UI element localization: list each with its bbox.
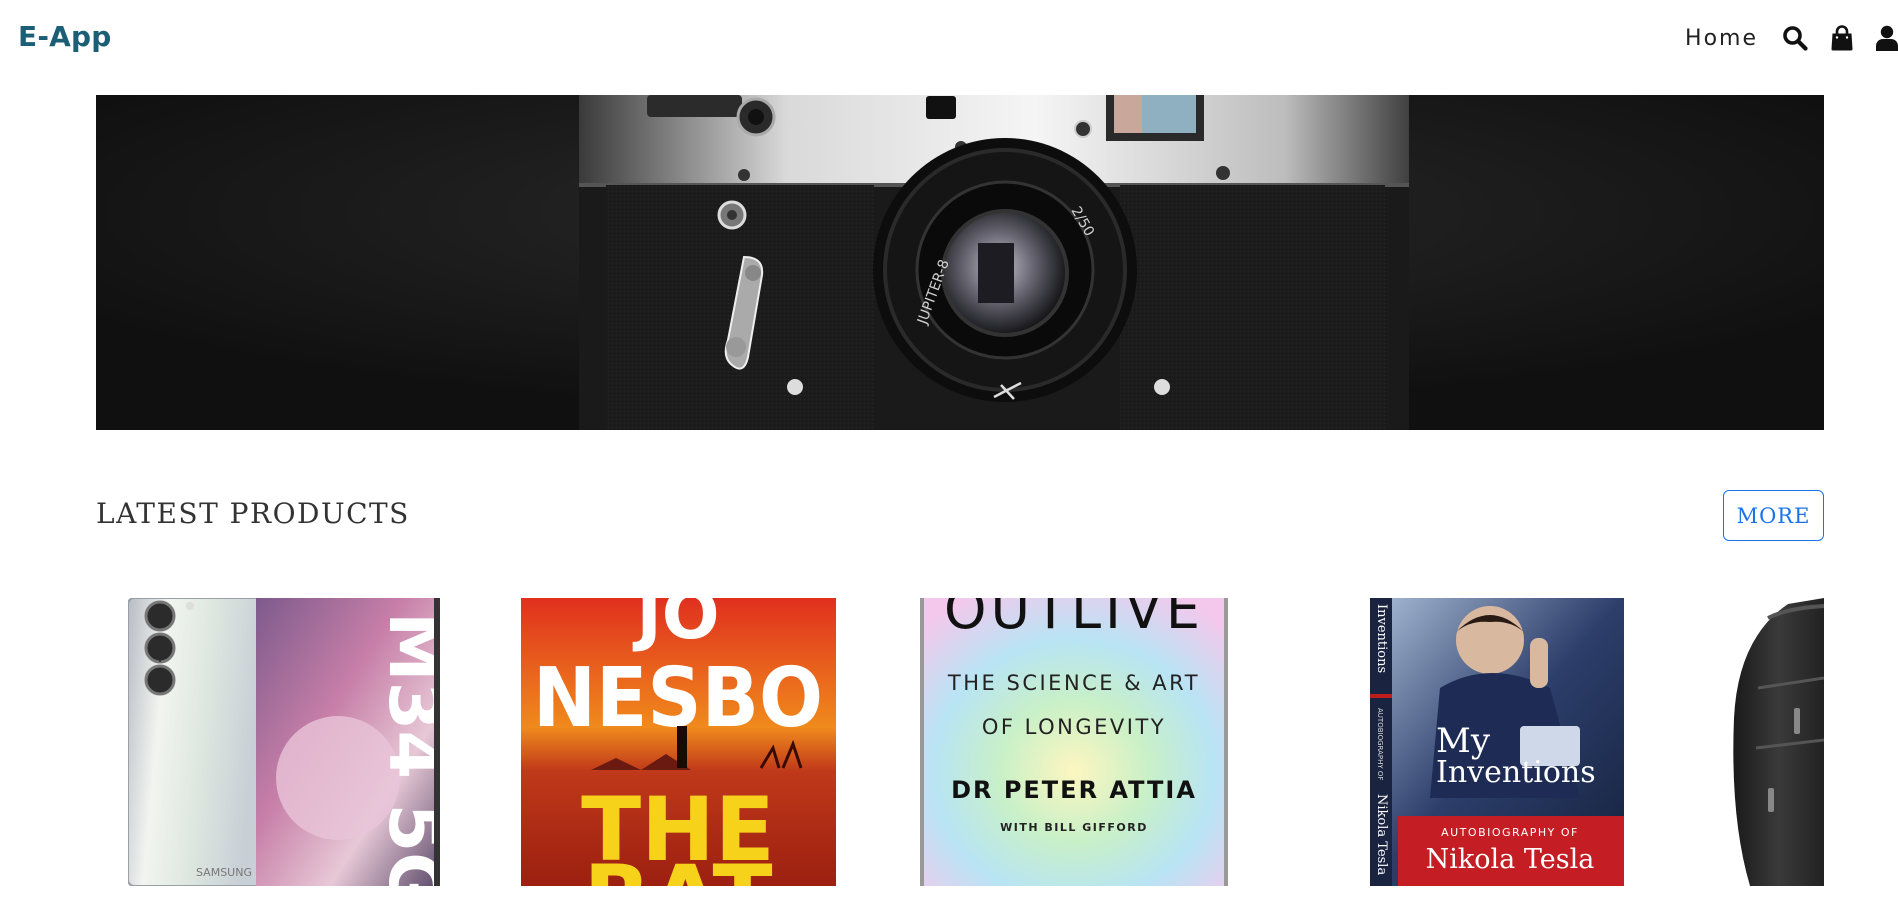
hero-banner: JUPITER-8 2/50: [96, 95, 1824, 430]
user-icon[interactable]: [1876, 25, 1898, 51]
book-tag: AUTOBIOGRAPHY OF: [1441, 826, 1579, 839]
product-image: JO NESBO THE RAT: [521, 598, 836, 886]
product-card-backpack[interactable]: [1728, 598, 1824, 886]
search-icon[interactable]: [1782, 25, 1808, 51]
product-card-book-inventions[interactable]: Inventions AUTOBIOGRAPHY OF Nikola Tesla…: [1370, 598, 1624, 886]
book-subtitle-2: OF LONGEVITY: [982, 715, 1166, 739]
phone-brand-text: SAMSUNG: [196, 866, 252, 879]
product-image: SAMSUNG M34 5G: [128, 598, 440, 886]
product-card-phone[interactable]: SAMSUNG M34 5G: [128, 598, 440, 886]
book-author: DR PETER ATTIA: [951, 776, 1197, 804]
book-title-partial: RAT: [583, 846, 772, 886]
book-title-line-2: Inventions: [1436, 755, 1596, 790]
more-button[interactable]: MORE: [1723, 490, 1824, 541]
camera-banner-image: JUPITER-8 2/50: [96, 95, 1824, 430]
book-author-top: JO: [632, 598, 719, 655]
product-list: SAMSUNG M34 5G JO NESBO THE: [0, 598, 1898, 908]
navbar: E-App Home: [0, 0, 1898, 78]
section-title: LATEST PRODUCTS: [96, 497, 410, 530]
product-card-book-nesbo[interactable]: JO NESBO THE RAT: [521, 598, 836, 886]
book-spine-author: Nikola Tesla: [1374, 794, 1389, 875]
product-image: [1728, 598, 1824, 886]
nav-home-link[interactable]: Home: [1685, 26, 1758, 51]
book-author: Nikola Tesla: [1426, 844, 1595, 875]
book-coauthor: WITH BILL GIFFORD: [1000, 821, 1148, 834]
book-spine-title: Inventions: [1374, 604, 1389, 673]
brand-logo[interactable]: E-App: [18, 20, 112, 53]
product-image: Inventions AUTOBIOGRAPHY OF Nikola Tesla…: [1370, 598, 1624, 886]
book-subtitle-1: THE SCIENCE & ART: [947, 671, 1200, 695]
shopping-bag-icon[interactable]: [1830, 25, 1854, 51]
phone-model-text: M34 5G: [373, 612, 440, 886]
book-spine-tag: AUTOBIOGRAPHY OF: [1376, 708, 1384, 780]
product-card-book-outlive[interactable]: OUTLIVE THE SCIENCE & ART OF LONGEVITY D…: [920, 598, 1228, 886]
nav-actions: Home: [1685, 18, 1898, 58]
book-title: OUTLIVE: [944, 598, 1204, 641]
product-image: OUTLIVE THE SCIENCE & ART OF LONGEVITY D…: [920, 598, 1228, 886]
